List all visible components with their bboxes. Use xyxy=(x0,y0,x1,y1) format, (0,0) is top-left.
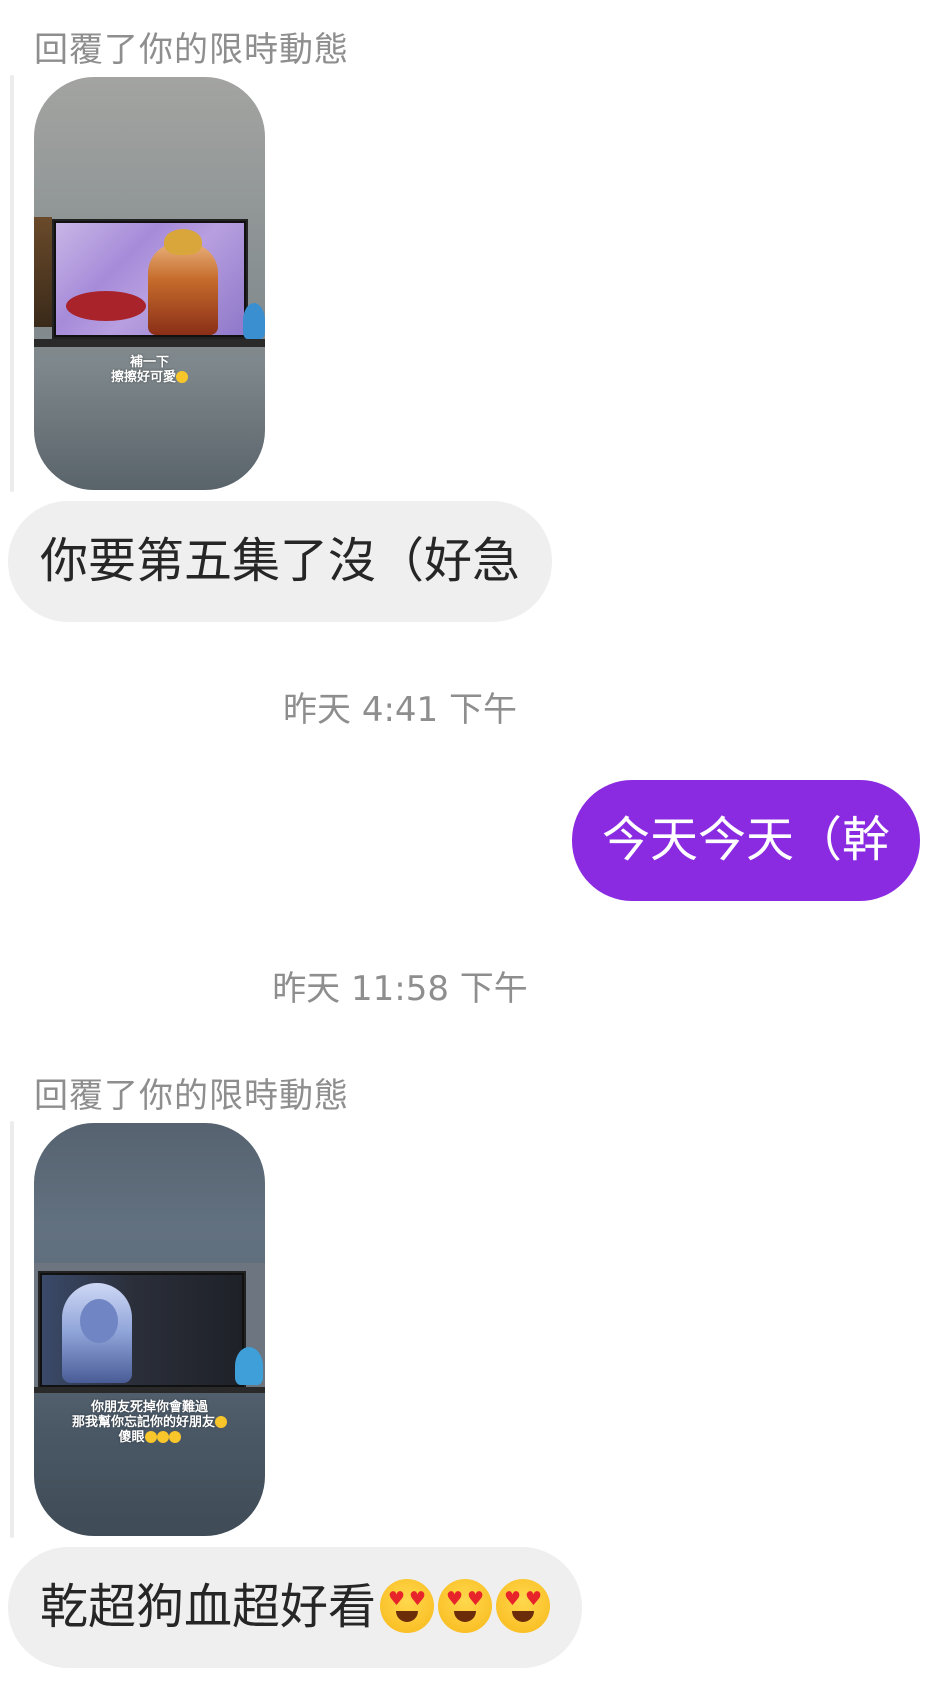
reply-indicator-bar xyxy=(10,1121,14,1538)
heart-eyes-emoji-icon: ♥ ♥ xyxy=(496,1579,551,1633)
story-caption: 補一下 擦擦好可愛 xyxy=(34,355,265,385)
message-text: 你要第五集了沒（好急 xyxy=(40,533,521,589)
heart-eyes-emoji-icon: ♥ ♥ xyxy=(438,1579,493,1633)
pleading-face-icon xyxy=(176,371,188,383)
outgoing-message-bubble[interactable]: 今天今天（幹 xyxy=(571,780,920,901)
heart-eyes-icon xyxy=(215,1416,227,1428)
story-thumbnail[interactable]: 你朋友死掉你會難過 那我幫你忘記你的好朋友 傻眼 xyxy=(34,1123,265,1536)
incoming-message-bubble[interactable]: 乾超狗血超好看 ♥ ♥ ♥ ♥ ♥ ♥ xyxy=(8,1547,583,1668)
story-image-scene xyxy=(34,217,265,347)
reply-to-story-label: 回覆了你的限時動態 xyxy=(34,1076,349,1116)
story-thumbnail[interactable]: 補一下 擦擦好可愛 xyxy=(34,77,265,490)
heart-eyes-icon xyxy=(144,1431,157,1443)
heart-eyes-icon xyxy=(156,1431,169,1443)
incoming-message-bubble[interactable]: 你要第五集了沒（好急 xyxy=(8,501,553,622)
story-caption-line: 你朋友死掉你會難過 xyxy=(90,1400,208,1415)
story-caption: 你朋友死掉你會難過 那我幫你忘記你的好朋友 傻眼 xyxy=(34,1400,265,1445)
story-caption-line: 傻眼 xyxy=(118,1430,145,1445)
message-timestamp: 昨天 4:41 下午 xyxy=(283,690,517,730)
heart-eyes-icon xyxy=(168,1431,181,1443)
story-caption-line: 擦擦好可愛 xyxy=(110,370,176,385)
message-text: 乾超狗血超好看 xyxy=(40,1579,377,1635)
message-timestamp: 昨天 11:58 下午 xyxy=(272,969,528,1009)
story-caption-line: 那我幫你忘記你的好朋友 xyxy=(71,1415,215,1430)
story-image-scene xyxy=(34,1263,265,1393)
message-text: 今天今天（幹 xyxy=(601,812,890,868)
reply-to-story-label: 回覆了你的限時動態 xyxy=(34,30,349,70)
story-caption-line: 補一下 xyxy=(129,355,169,370)
heart-eyes-emoji-icon: ♥ ♥ xyxy=(380,1579,435,1633)
reply-indicator-bar xyxy=(10,75,14,492)
